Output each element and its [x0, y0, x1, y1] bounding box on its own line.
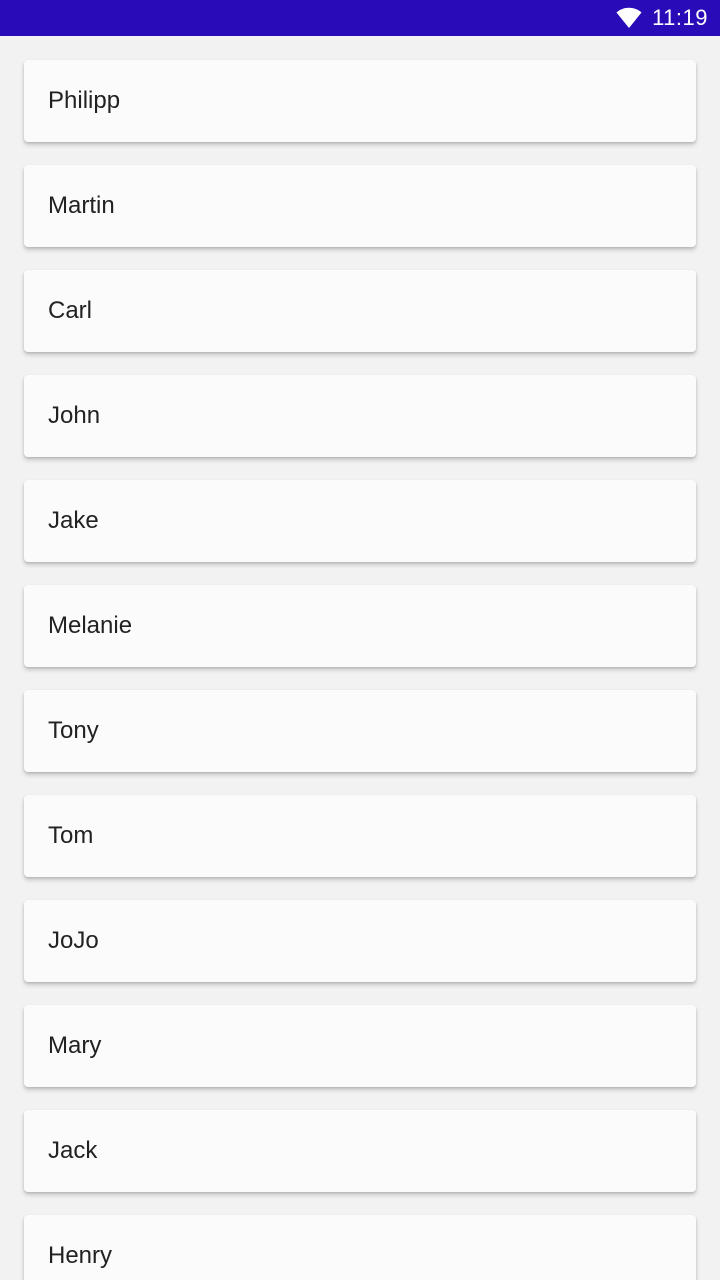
wifi-icon [616, 7, 642, 29]
list-item[interactable]: John [24, 375, 696, 457]
list-item-label: Jake [48, 507, 99, 534]
list-item-label: Tom [48, 822, 94, 849]
names-list[interactable]: Philipp Martin Carl John Jake Melanie To… [0, 36, 720, 1280]
list-item-label: JoJo [48, 927, 99, 954]
status-icons: 11:19 [616, 0, 708, 36]
status-time: 11:19 [652, 5, 708, 30]
list-item[interactable]: Jack [24, 1110, 696, 1192]
list-item-label: John [48, 402, 101, 429]
list-item-label: Mary [48, 1032, 102, 1059]
list-item[interactable]: Tony [24, 690, 696, 772]
list-item[interactable]: Carl [24, 270, 696, 352]
list-item[interactable]: Philipp [24, 60, 696, 142]
list-item-label: Jack [48, 1137, 98, 1164]
list-item[interactable]: Melanie [24, 585, 696, 667]
list-item-label: Melanie [48, 612, 133, 639]
list-item-label: Martin [48, 192, 115, 219]
list-item[interactable]: Mary [24, 1005, 696, 1087]
list-item-label: Philipp [48, 87, 121, 114]
list-item-label: Carl [48, 297, 93, 324]
list-item[interactable]: Tom [24, 795, 696, 877]
list-item[interactable]: Henry [24, 1215, 696, 1280]
list-item[interactable]: JoJo [24, 900, 696, 982]
list-item[interactable]: Martin [24, 165, 696, 247]
list-item-label: Henry [48, 1242, 113, 1269]
status-bar: 11:19 [0, 0, 720, 36]
list-item[interactable]: Jake [24, 480, 696, 562]
list-item-label: Tony [48, 717, 99, 744]
